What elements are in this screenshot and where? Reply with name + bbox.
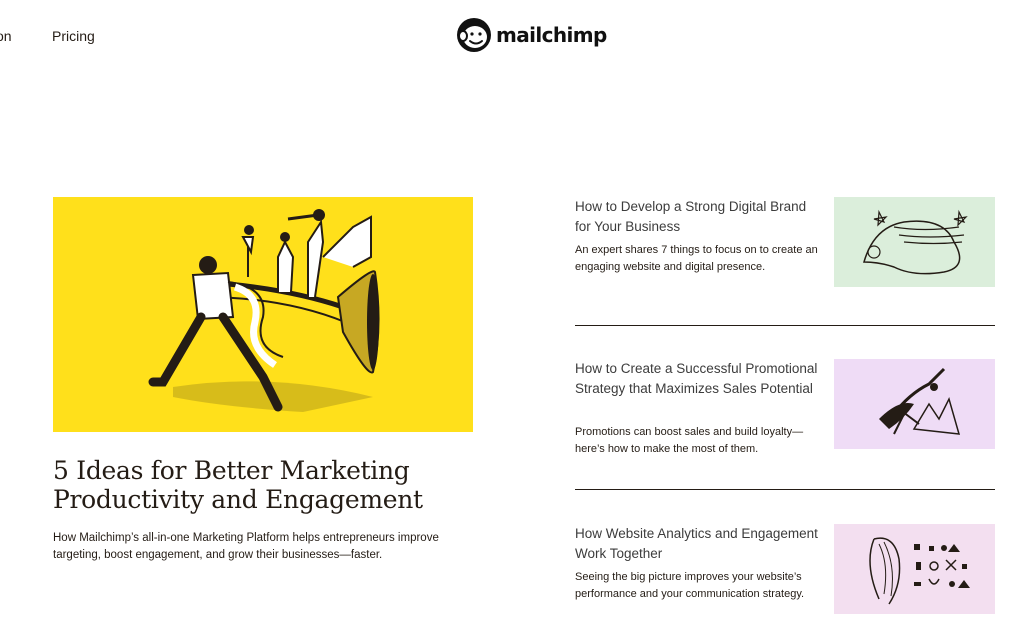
mailchimp-logo[interactable]: mailchimp [456,17,607,53]
article-thumbnail[interactable] [834,524,995,614]
article-description: Promotions can boost sales and build loy… [575,426,804,455]
nav-link-pricing[interactable]: Pricing [52,28,95,44]
article-description: Seeing the big picture improves your web… [575,571,805,600]
article-title[interactable]: How Website Analytics and Engagement Wor… [575,524,820,563]
nav-link-partial[interactable]: on [0,28,12,44]
article-thumbnail[interactable] [834,197,995,287]
article-thumbnail[interactable] [834,359,995,449]
article-divider [575,325,995,326]
climbing-figure-icon [879,367,961,435]
article-divider [575,489,995,490]
hero-title-line-2[interactable]: Productivity and Engagement [53,485,473,514]
hero-description: How Mailchimp’s all-in-one Marketing Pla… [53,532,439,561]
hero-title-line-1[interactable]: 5 Ideas for Better Marketing [53,456,473,485]
hero-image[interactable] [53,197,473,432]
logo-wordmark: mailchimp [496,23,607,47]
hero-title[interactable]: 5 Ideas for Better Marketing Productivit… [53,456,473,514]
article-description: An expert shares 7 things to focus on to… [575,244,818,273]
article-title[interactable]: How to Create a Successful Promotional S… [575,359,820,398]
freddie-logo-icon [457,18,491,52]
trumpet-illustration-icon [148,209,380,412]
reclining-figure-icon [863,209,968,275]
patterns-figure-icon [869,537,970,605]
article-title[interactable]: How to Develop a Strong Digital Brand fo… [575,197,820,236]
